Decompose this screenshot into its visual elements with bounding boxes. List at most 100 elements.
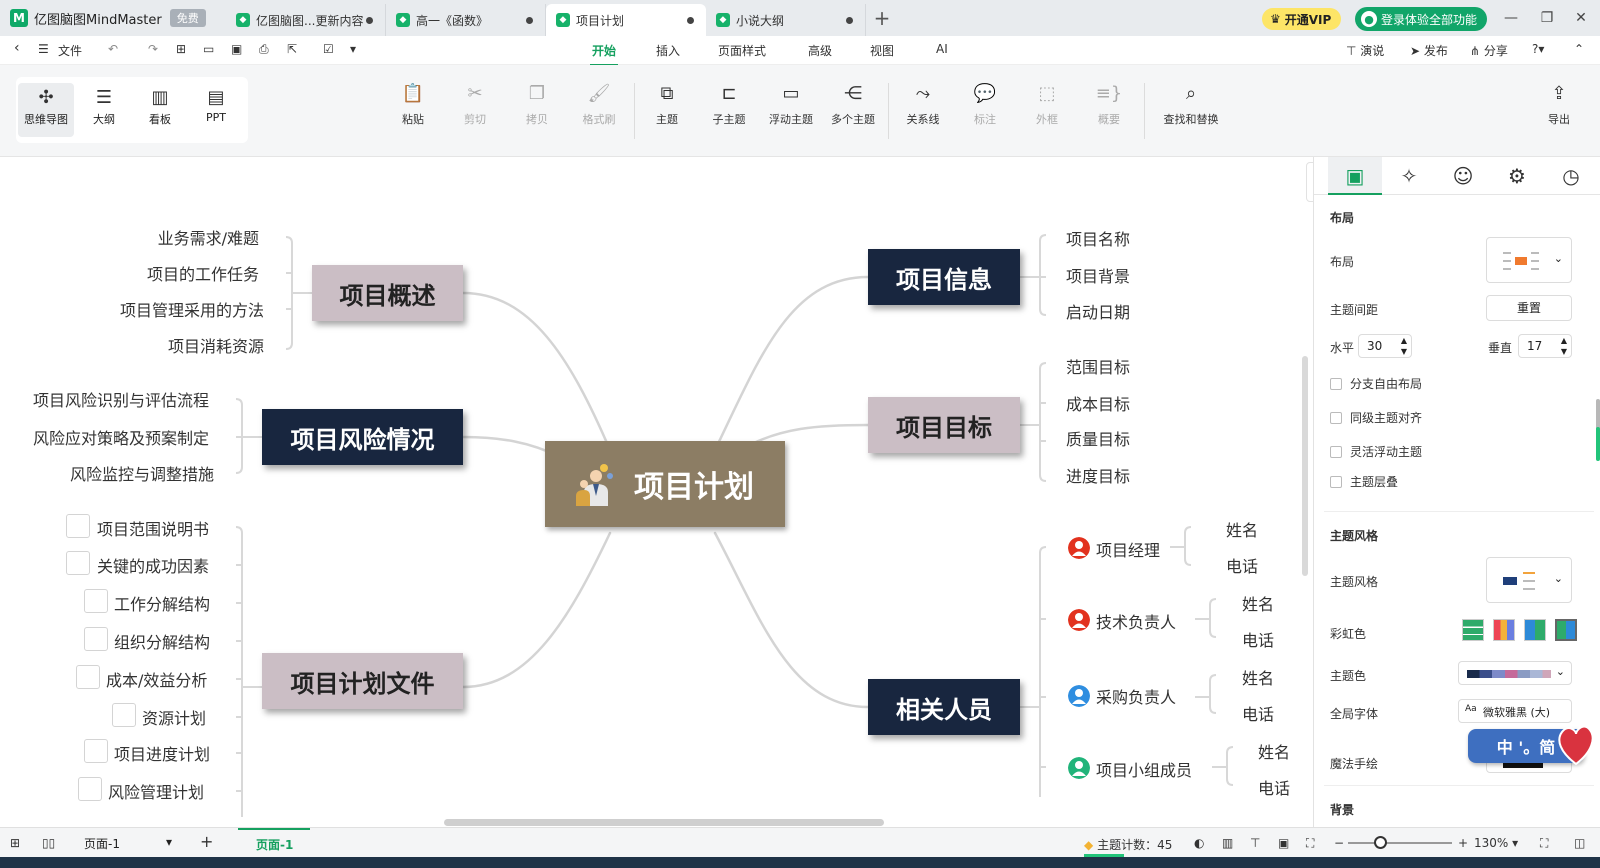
- checkbox-align-siblings[interactable]: 同级主题对齐: [1330, 409, 1422, 426]
- zoom-slider-thumb[interactable]: [1374, 836, 1387, 849]
- spinner-arrows-icon[interactable]: ▲ ▼: [1401, 335, 1407, 357]
- global-font-select[interactable]: Aa 微软雅黑 (大): [1458, 699, 1572, 723]
- panel-tab-theme-icon[interactable]: ⚙: [1490, 157, 1544, 195]
- checkbox-topic-overlap[interactable]: 主题层叠: [1330, 473, 1398, 490]
- subtopic[interactable]: 业务需求/难题: [158, 225, 259, 249]
- theme-toggle-icon[interactable]: ◐: [1194, 836, 1204, 850]
- reset-spacing-button[interactable]: 重置: [1486, 295, 1572, 321]
- subtopic-leaf[interactable]: 姓名: [1242, 591, 1274, 615]
- spinner-arrows-icon[interactable]: ▲ ▼: [1561, 335, 1567, 357]
- new-tab-plus-icon[interactable]: +: [866, 6, 898, 30]
- unsaved-dot-icon[interactable]: [366, 17, 373, 24]
- task-checkbox[interactable]: [112, 703, 136, 727]
- checkbox-free-layout[interactable]: 分支自由布局: [1330, 375, 1422, 392]
- collapse-ribbon-icon[interactable]: ⌃: [1574, 42, 1584, 56]
- subtopic[interactable]: 风险应对策略及预案制定: [33, 425, 209, 449]
- horizontal-spinner[interactable]: 30 ▲ ▼: [1358, 334, 1412, 358]
- subtopic-leaf[interactable]: 姓名: [1258, 739, 1290, 763]
- panel-tab-page-icon[interactable]: ▣: [1328, 157, 1382, 195]
- subtopic-leaf[interactable]: 电话: [1226, 553, 1258, 577]
- subtopic[interactable]: 关键的成功因素: [97, 553, 209, 577]
- vip-button[interactable]: ♛ 开通VIP: [1262, 8, 1342, 30]
- unsaved-dot-icon[interactable]: [687, 17, 694, 24]
- subtopic-person[interactable]: 采购负责人: [1096, 684, 1176, 708]
- mindmap-canvas[interactable]: 项目计划 项目信息 项目目标 相关人员 项目名称 项目背景 启动日期 范围目标 …: [0, 157, 1313, 827]
- fullscreen-icon[interactable]: ⛶: [1540, 836, 1548, 851]
- share-button[interactable]: ⋔ 分享: [1470, 42, 1508, 59]
- topic-button[interactable]: ⧉ 主题: [636, 81, 698, 127]
- tab-page-style[interactable]: 页面样式: [718, 42, 766, 59]
- topic-project-info[interactable]: 项目信息: [868, 249, 1020, 305]
- layout-select[interactable]: ⌄: [1486, 237, 1572, 283]
- subtopic-leaf[interactable]: 电话: [1258, 775, 1290, 799]
- view-outline-button[interactable]: ☰ 大纲: [76, 83, 132, 137]
- copy-button[interactable]: ❐ 拷贝: [506, 81, 568, 127]
- vertical-scrollbar[interactable]: [1302, 356, 1308, 576]
- app-tab[interactable]: M 亿图脑图MindMaster 免费: [0, 9, 226, 28]
- export-button[interactable]: ⇪ 导出: [1532, 81, 1586, 127]
- zoom-level[interactable]: 130% ▾: [1474, 836, 1518, 850]
- subtopic[interactable]: 质量目标: [1066, 426, 1130, 450]
- topic-plan-documents[interactable]: 项目计划文件: [262, 653, 463, 709]
- subtopic-person[interactable]: 技术负责人: [1096, 609, 1176, 633]
- close-icon[interactable]: ✕: [1572, 9, 1590, 27]
- sidebar-toggle-icon[interactable]: ◫: [1574, 836, 1585, 850]
- open-folder-icon[interactable]: ▭: [203, 42, 214, 56]
- checkbox-flexible-floating[interactable]: 灵活浮动主题: [1330, 443, 1422, 460]
- checkbox-box[interactable]: [1330, 445, 1342, 458]
- subtopic-leaf[interactable]: 电话: [1242, 701, 1274, 725]
- page-thumbnail-icon[interactable]: ▯▯: [42, 836, 55, 850]
- boundary-button[interactable]: ⬚ 外框: [1016, 81, 1078, 127]
- relationship-button[interactable]: ⤳ 关系线: [892, 81, 954, 127]
- login-button[interactable]: ● 登录体验全部功能: [1355, 7, 1488, 31]
- save-icon[interactable]: ▣: [231, 42, 242, 56]
- page-select[interactable]: 页面-1 ▾: [78, 832, 178, 854]
- tab-advanced[interactable]: 高级: [808, 42, 832, 59]
- subtopic[interactable]: 成本目标: [1066, 391, 1130, 415]
- hamburger-icon[interactable]: ☰: [38, 42, 49, 56]
- presentation-icon[interactable]: ⊤: [1250, 836, 1260, 850]
- tab-insert[interactable]: 插入: [656, 42, 680, 59]
- topic-risk[interactable]: 项目风险情况: [262, 409, 463, 465]
- help-icon[interactable]: ?▾: [1532, 42, 1544, 56]
- rainbow-swatch[interactable]: [1524, 619, 1546, 641]
- floating-topic-button[interactable]: ▭ 浮动主题: [760, 81, 822, 127]
- cut-button[interactable]: ✂ 剪切: [444, 81, 506, 127]
- page-list-icon[interactable]: ⊞: [10, 836, 20, 850]
- back-icon[interactable]: ‹: [14, 40, 20, 56]
- task-checkbox[interactable]: [78, 777, 102, 801]
- subtopic[interactable]: 项目进度计划: [114, 741, 210, 765]
- subtopic[interactable]: 范围目标: [1066, 354, 1130, 378]
- subtopic-leaf[interactable]: 姓名: [1242, 665, 1274, 689]
- file-menu[interactable]: 文件: [58, 42, 82, 59]
- unsaved-dot-icon[interactable]: [846, 17, 853, 24]
- subtopic[interactable]: 项目管理采用的方法: [120, 297, 264, 321]
- subtopic[interactable]: 项目名称: [1066, 226, 1130, 250]
- task-checkbox[interactable]: [66, 514, 90, 538]
- topic-overview[interactable]: 项目概述: [312, 265, 463, 321]
- task-checkbox[interactable]: [84, 627, 108, 651]
- task-checkbox[interactable]: [84, 739, 108, 763]
- more-chevron-icon[interactable]: ▾: [350, 42, 356, 56]
- doc-tab-project-plan[interactable]: ◆ 项目计划: [546, 4, 706, 36]
- subtopic[interactable]: 项目的工作任务: [147, 261, 259, 285]
- horizontal-scrollbar[interactable]: [444, 819, 884, 826]
- subtopic-leaf[interactable]: 电话: [1242, 627, 1274, 651]
- restore-icon[interactable]: ❐: [1538, 9, 1556, 27]
- root-topic[interactable]: 项目计划: [545, 441, 785, 527]
- checkbox-box[interactable]: [1330, 475, 1342, 488]
- doc-tab-update[interactable]: ◆ 亿图脑图...更新内容: [226, 4, 386, 36]
- page-tab-active[interactable]: 页面-1: [256, 836, 293, 853]
- checklist-icon[interactable]: ☑: [323, 42, 334, 56]
- view-mindmap-button[interactable]: ✣ 思维导图: [18, 83, 74, 137]
- subtopic[interactable]: 项目消耗资源: [168, 333, 264, 357]
- zoom-in-icon[interactable]: +: [1458, 836, 1468, 850]
- export-small-icon[interactable]: ⇱: [287, 42, 297, 56]
- task-checkbox[interactable]: [66, 551, 90, 575]
- task-checkbox[interactable]: [84, 589, 108, 613]
- subtopic[interactable]: 资源计划: [142, 705, 206, 729]
- rainbow-swatch[interactable]: [1493, 619, 1515, 641]
- redo-icon[interactable]: ↷: [148, 42, 158, 56]
- topic-project-goals[interactable]: 项目目标: [868, 397, 1020, 453]
- doc-tab-novel[interactable]: ◆ 小说大纲: [706, 4, 866, 36]
